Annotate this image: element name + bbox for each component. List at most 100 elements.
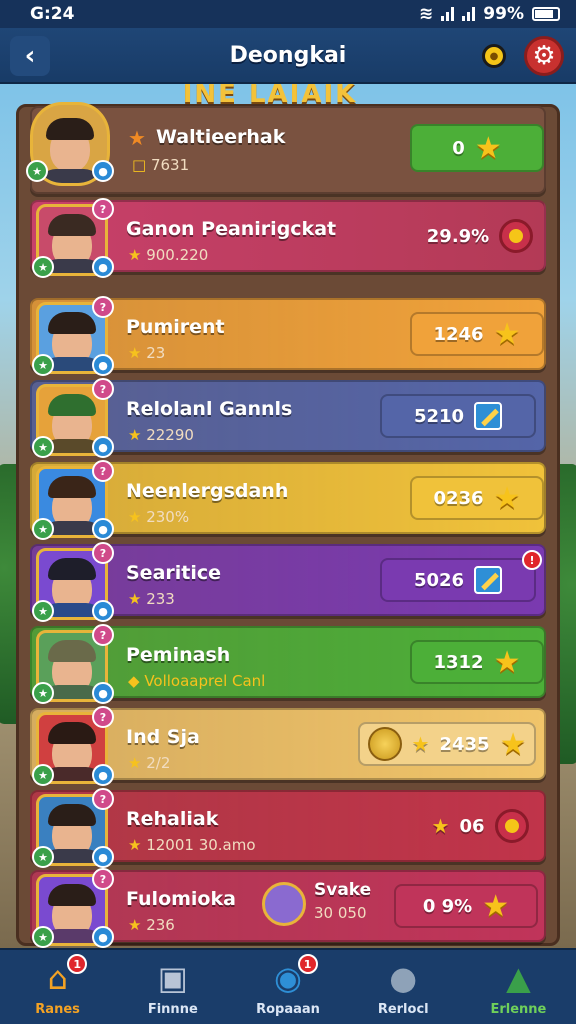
sub-value: 12001 30.amo <box>146 836 256 854</box>
pencil-icon <box>474 402 503 430</box>
player-name: Ind Sja <box>126 726 200 748</box>
nav-item-finnne[interactable]: ▣ Finnne <box>115 950 230 1024</box>
avatar-hair <box>48 476 96 498</box>
avatar-hair <box>48 214 96 236</box>
sub-value: Volloaaprel Canl <box>144 672 266 690</box>
rank-badge-icon: ★ <box>32 354 54 376</box>
nav-item-rerlocl[interactable]: ● Rerlocl <box>346 950 461 1024</box>
coin-button[interactable]: ● <box>482 44 506 68</box>
sub-value: 233 <box>146 590 175 608</box>
sub-value: 900.220 <box>146 246 209 264</box>
nav-label: Ranes <box>35 1002 80 1017</box>
nav-item-ranes[interactable]: ⌂ Ranes 1 <box>0 950 115 1024</box>
friend-avatar-icon[interactable] <box>262 882 306 926</box>
player-score-sub: ★ 236 <box>128 916 175 934</box>
nav-item-ropaaan[interactable]: ◉ Ropaaan 1 <box>230 950 345 1024</box>
score-pill[interactable]: 0 ★ <box>410 124 544 172</box>
nav-label: Rerlocl <box>377 1002 429 1017</box>
score-pill[interactable]: 5026 <box>380 558 536 602</box>
level-badge-icon: ● <box>92 256 114 278</box>
star-icon: ★ <box>493 316 521 352</box>
back-arrow-icon: ‹ <box>24 41 36 71</box>
score-pill[interactable]: ★ 06 <box>420 804 540 848</box>
star-icon: ★ <box>128 508 147 526</box>
star-icon: ★ <box>493 480 521 516</box>
sub-value: 7631 <box>150 156 190 174</box>
player-score-sub: ★ 12001 30.amo <box>128 836 256 854</box>
rank-badge-icon: ★ <box>32 518 54 540</box>
player-score-sub: ★ 22290 <box>128 426 194 444</box>
settings-button[interactable]: ⚙ <box>524 36 564 76</box>
score-value: 1312 <box>433 651 484 673</box>
score-value: 29.9% <box>426 225 490 247</box>
player-score-sub: ★ 23 <box>128 344 165 362</box>
score-value: 5210 <box>413 405 465 427</box>
level-badge-icon: ● <box>92 518 114 540</box>
avatar-face <box>46 118 94 172</box>
sub-value: 230% <box>146 508 190 526</box>
star-icon: ★ <box>128 590 147 608</box>
score-value: 0 <box>452 137 465 159</box>
signal-icon-2 <box>462 7 476 21</box>
bottom-nav: ⌂ Ranes 1 ▣ Finnne ◉ Ropaaan 1 ● Rerlocl ▲ Erlenne <box>0 948 576 1024</box>
score-value: 5026 <box>413 569 465 591</box>
rank-number-badge: ? <box>92 296 114 318</box>
rank-number-badge: ? <box>92 788 114 810</box>
player-score-sub: ★ 233 <box>128 590 175 608</box>
nav-badge: 1 <box>297 954 318 974</box>
star-icon: ★ <box>128 916 147 934</box>
box-icon: ▣ <box>157 959 188 997</box>
score-value: 0236 <box>433 487 484 509</box>
score-pill[interactable]: ★ 2435 ★ <box>358 722 536 766</box>
back-button[interactable]: ‹ <box>10 36 50 76</box>
avatar-hair <box>46 118 94 140</box>
player-score-sub: ★ 230% <box>128 508 189 526</box>
rank-badge-icon: ★ <box>32 436 54 458</box>
level-badge-icon: ● <box>92 682 114 704</box>
nav-item-erlenne[interactable]: ▲ Erlenne <box>461 950 576 1024</box>
score-pill[interactable]: 1312 ★ <box>410 640 544 684</box>
gem-coin-icon <box>499 219 534 253</box>
rank-number-badge: ? <box>92 460 114 482</box>
star-icon: ◆ <box>128 672 145 690</box>
banner-sign: INE LAIAIK <box>182 84 358 104</box>
rank-number-badge: ? <box>92 378 114 400</box>
level-badge-icon: ● <box>92 600 114 622</box>
status-icons: ≋ 99% <box>419 4 560 24</box>
rank-number-badge: ? <box>92 868 114 890</box>
player-name: Fulomioka <box>126 888 236 910</box>
avatar-hair <box>48 558 96 580</box>
player-name: Ganon Peanirigckat <box>126 218 337 240</box>
rank-number-badge: ? <box>92 624 114 646</box>
rank-badge-icon: ★ <box>32 764 54 786</box>
player-score-sub: □ 7631 <box>132 156 189 174</box>
star-icon: ★ <box>128 426 147 444</box>
battery-percent: 99% <box>483 4 524 24</box>
player-score-sub: ★ 2/2 <box>128 754 170 772</box>
rank-badge-icon: ★ <box>32 600 54 622</box>
page-title: Deongkai <box>229 42 347 68</box>
nav-label: Erlenne <box>490 1002 547 1017</box>
score-value: 06 <box>459 815 485 837</box>
level-badge-icon: ● <box>92 764 114 786</box>
score-pill[interactable]: 0 9% ★ <box>394 884 538 928</box>
level-badge-icon: ● <box>92 436 114 458</box>
score-pill[interactable]: 5210 <box>380 394 536 438</box>
score-pill[interactable]: 1246 ★ <box>410 312 544 356</box>
star-icon: ★ <box>128 754 147 772</box>
gear-icon: ⚙ <box>532 41 556 71</box>
player-name: Waltieerhak <box>156 126 286 148</box>
sub-value: 22290 <box>146 426 194 444</box>
star-icon: ★ <box>493 644 521 680</box>
friend-name: Svake <box>314 880 372 900</box>
battery-icon <box>532 7 560 21</box>
nav-label: Ropaaan <box>256 1002 320 1017</box>
player-name: Peminash <box>126 644 231 666</box>
player-name: Searitice <box>126 562 222 584</box>
wifi-icon: ≋ <box>419 4 434 24</box>
star-icon: ★ <box>128 344 147 362</box>
score-pill[interactable]: 0236 ★ <box>410 476 544 520</box>
level-badge-icon: ● <box>92 926 114 948</box>
score-pill[interactable]: 29.9% <box>420 214 540 258</box>
score-value: 1246 <box>433 323 484 345</box>
